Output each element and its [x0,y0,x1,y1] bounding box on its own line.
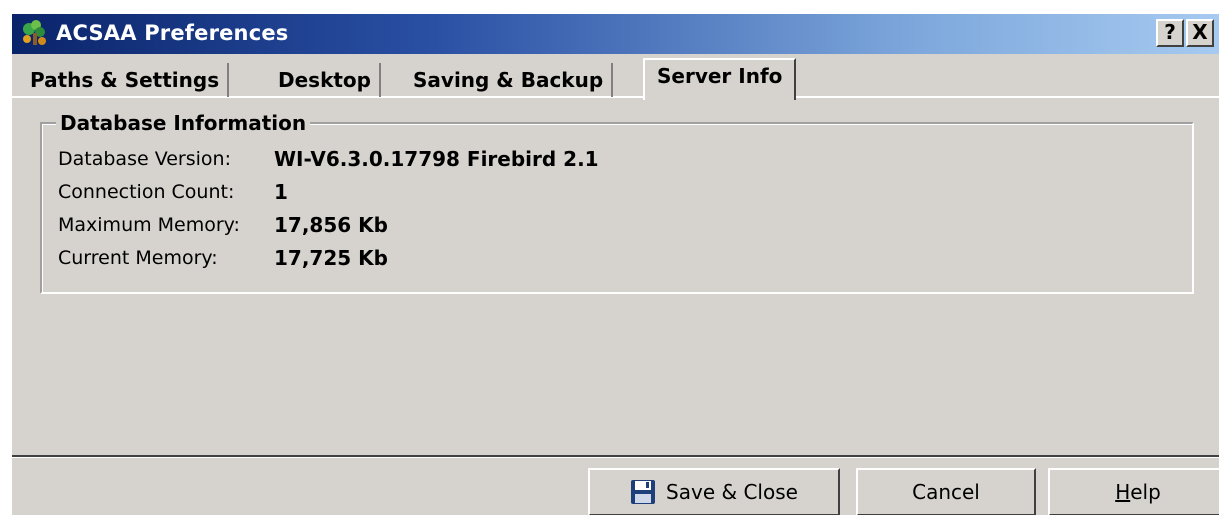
help-accelerator: H [1115,480,1131,504]
save-close-label: Save & Close [666,480,798,504]
tab-saving-backup[interactable]: Saving & Backup [403,63,614,97]
save-close-button[interactable]: Save & Close [588,468,840,515]
floppy-disk-icon [631,480,656,504]
help-label: Help [1115,480,1161,504]
help-button[interactable]: Help [1048,468,1219,515]
connection-count-value: 1 [274,180,288,204]
current-memory-value: 17,725 Kb [274,246,388,270]
footer-divider [12,455,1219,458]
app-icon [23,20,46,45]
help-label-rest: elp [1130,480,1161,504]
help-caption-button[interactable]: ? [1156,19,1184,47]
window-title: ACSAA Preferences [56,21,289,45]
database-version-value: WI-V6.3.0.17798 Firebird 2.1 [274,147,599,171]
title-bar[interactable]: ACSAA Preferences ? X [12,14,1219,54]
tab-strip: Paths & Settings Desktop Saving & Backup… [20,58,1219,100]
current-memory-label: Current Memory: [58,247,218,269]
cancel-button[interactable]: Cancel [856,468,1036,515]
tab-server-info[interactable]: Server Info [643,58,797,100]
connection-count-label: Connection Count: [58,181,235,203]
tab-desktop[interactable]: Desktop [268,63,381,97]
tab-paths-settings[interactable]: Paths & Settings [20,63,230,97]
cancel-label: Cancel [912,480,980,504]
maximum-memory-label: Maximum Memory: [58,214,240,236]
maximum-memory-value: 17,856 Kb [274,213,388,237]
database-version-label: Database Version: [58,148,231,170]
preferences-window: ACSAA Preferences ? X Paths & Settings D… [10,14,1219,515]
close-icon[interactable]: X [1186,19,1214,47]
group-title: Database Information [56,111,311,135]
